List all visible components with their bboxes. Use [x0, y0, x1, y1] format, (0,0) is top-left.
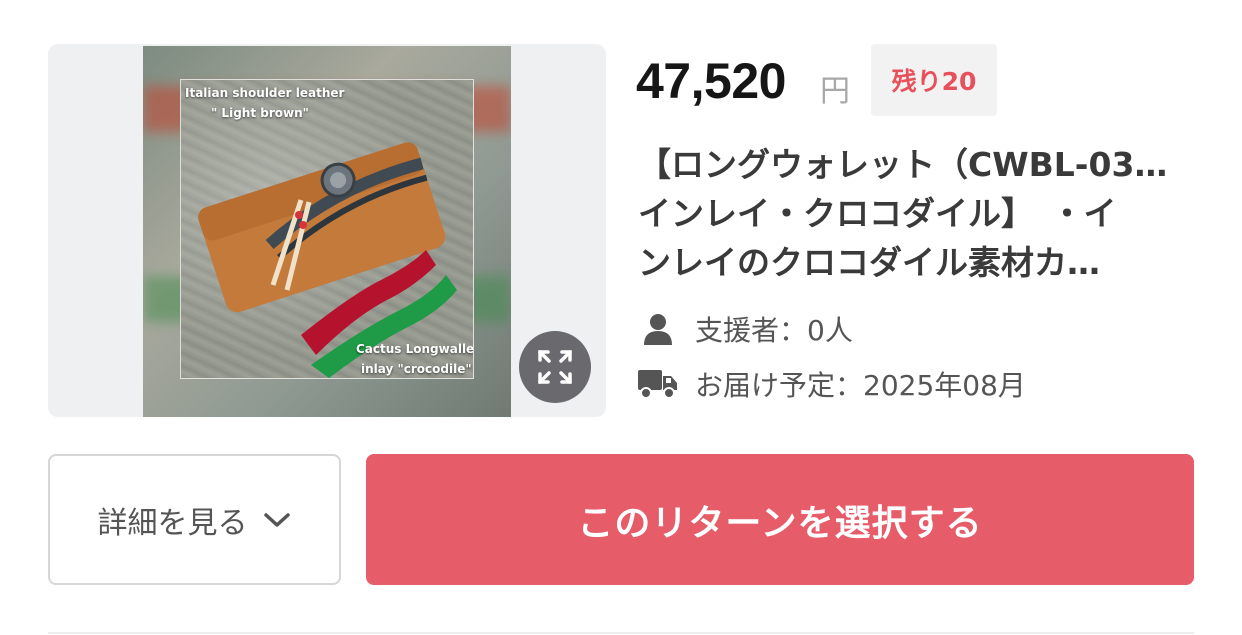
divider	[48, 632, 1194, 634]
person-icon	[638, 312, 678, 346]
view-details-button[interactable]: 詳細を見る	[48, 454, 341, 585]
supporters-text: 支援者：0人	[695, 314, 853, 347]
expand-icon	[538, 350, 572, 384]
caption-top-2: " Light brown"	[211, 106, 309, 120]
product-image-panel[interactable]: Italian shoulder leather " Light brown" …	[48, 44, 606, 417]
select-reward-button[interactable]: このリターンを選択する	[366, 454, 1194, 585]
caption-bottom-1: Cactus Longwallet	[356, 342, 474, 356]
expand-image-button[interactable]	[519, 331, 591, 403]
view-details-label: 詳細を見る	[97, 505, 248, 541]
remaining-badge: 残り20	[871, 44, 997, 116]
caption-bottom-2: inlay "crocodile"	[361, 362, 472, 376]
title-line-2: インレイ・クロコダイル】 ・イ	[638, 194, 1117, 233]
reward-card: Italian shoulder leather " Light brown" …	[0, 0, 1242, 635]
price-value: 47,520	[636, 53, 786, 109]
caption-top-1: Italian shoulder leather	[185, 86, 345, 100]
wallet-illustration	[198, 142, 457, 378]
supporters-row: 支援者：0人	[638, 309, 853, 349]
truck-icon	[638, 367, 678, 401]
wallet-photo: Italian shoulder leather " Light brown" …	[180, 79, 474, 379]
currency-unit: 円	[820, 74, 850, 109]
product-photo[interactable]: Italian shoulder leather " Light brown" …	[143, 46, 511, 417]
reward-title: 【ロングウォレット（CWBL-03… インレイ・クロコダイル】 ・イ ンレイのク…	[638, 140, 1198, 287]
delivery-text: お届け予定：2025年08月	[695, 369, 1026, 402]
title-line-1: 【ロングウォレット（CWBL-03…	[638, 145, 1168, 184]
delivery-row: お届け予定：2025年08月	[638, 364, 1026, 404]
chevron-down-icon	[262, 510, 292, 530]
title-line-3: ンレイのクロコダイル素材カ…	[638, 243, 1100, 282]
